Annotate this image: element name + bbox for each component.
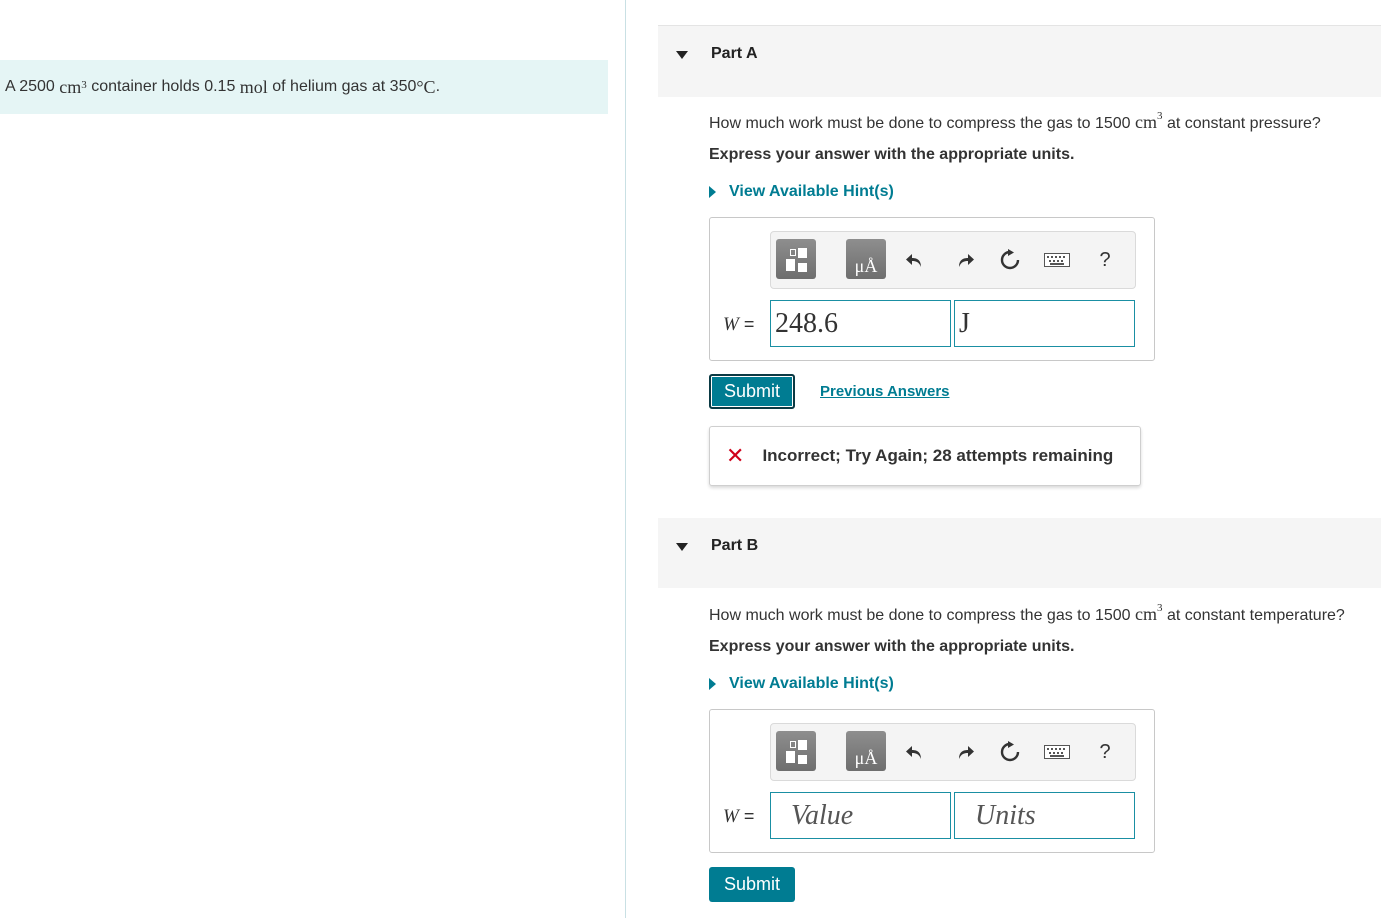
part-a-variable-label: W = [723,314,754,336]
part-a-value-input[interactable]: 248.6 [770,300,951,347]
units-glyph: μÅ [854,256,878,276]
problem-prefix: A 2500 [5,78,55,95]
units-icon[interactable]: μÅ [846,239,886,279]
part-a-header[interactable]: Part A [658,25,1381,97]
part-a-answer-box: μÅ ? W = 248.6 J [709,217,1155,361]
reset-icon[interactable] [998,248,1022,272]
redo-icon[interactable] [953,248,977,272]
part-b-variable-label: W = [723,806,754,828]
problem-mid: container holds 0.15 [91,78,236,95]
feedback-message: Incorrect; Try Again; 28 attempts remain… [762,446,1114,465]
part-b-question-prefix: How much work must be done to compress t… [709,607,1135,624]
part-b-question-unit: cm [1135,604,1157,624]
problem-suffix: of helium gas at 350 [272,78,417,95]
part-b-title: Part B [711,537,759,554]
help-glyph: ? [1099,248,1111,271]
volume-exponent: 3 [81,79,87,91]
error-x-icon: ✕ [726,443,745,468]
part-b-math-toolbar: μÅ ? [770,723,1136,781]
help-icon[interactable]: ? [1093,740,1117,764]
part-b-equals: = [738,806,755,826]
reset-icon[interactable] [998,740,1022,764]
part-a-variable: W [723,314,739,335]
part-b-value-input[interactable]: Value [770,792,951,839]
part-b-question-exponent: 3 [1157,601,1163,614]
part-a-instruction: Express your answer with the appropriate… [709,146,1075,163]
part-b-hint-label: View Available Hint(s) [729,675,894,692]
problem-period: . [435,78,441,95]
pane-divider [625,0,626,918]
units-glyph: μÅ [854,748,878,768]
part-a-question-prefix: How much work must be done to compress t… [709,115,1135,132]
temperature-unit: °C [416,76,436,97]
part-b-question-suffix: at constant temperature? [1162,607,1345,624]
keyboard-icon[interactable] [1044,248,1070,272]
caret-down-icon[interactable] [676,543,688,551]
part-a-feedback: ✕ Incorrect; Try Again; 28 attempts rema… [709,426,1141,486]
mol-unit: mol [239,76,268,97]
part-b-answer-box: μÅ ? W = Value Units [709,709,1155,853]
part-b-answer-row: W = Value Units [710,792,1154,840]
part-a-question-unit: cm [1135,112,1157,132]
keyboard-icon[interactable] [1044,740,1070,764]
undo-icon[interactable] [903,740,927,764]
help-icon[interactable]: ? [1093,248,1117,272]
part-a-question-suffix: at constant pressure? [1162,115,1321,132]
volume-unit: cm [59,76,82,97]
part-a-equals: = [738,314,755,334]
caret-right-icon [709,678,716,690]
undo-icon[interactable] [903,248,927,272]
problem-statement: A 2500 cm 3 container holds 0.15 mol of h… [0,60,608,114]
caret-right-icon [709,186,716,198]
part-a-math-toolbar: μÅ ? [770,231,1136,289]
part-b-submit-button[interactable]: Submit [709,867,795,902]
caret-down-icon[interactable] [676,51,688,59]
templates-icon[interactable] [776,239,816,279]
units-icon[interactable]: μÅ [846,731,886,771]
part-a-question: How much work must be done to compress t… [709,109,1321,133]
part-b-instruction: Express your answer with the appropriate… [709,638,1075,655]
help-glyph: ? [1099,740,1111,763]
part-b-header[interactable]: Part B [658,518,1381,588]
part-a-question-exponent: 3 [1157,109,1163,122]
part-b-unit-input[interactable]: Units [954,792,1135,839]
part-b-hint-toggle[interactable]: View Available Hint(s) [709,675,894,693]
redo-icon[interactable] [953,740,977,764]
part-a-hint-label: View Available Hint(s) [729,183,894,200]
previous-answers-link[interactable]: Previous Answers [820,383,950,400]
part-a-hint-toggle[interactable]: View Available Hint(s) [709,183,894,201]
part-a-unit-input[interactable]: J [954,300,1135,347]
part-b-question: How much work must be done to compress t… [709,601,1345,625]
templates-icon[interactable] [776,731,816,771]
part-a-answer-row: W = 248.6 J [710,300,1154,348]
part-b-variable: W [723,806,739,827]
part-a-submit-button[interactable]: Submit [709,374,795,409]
part-a-title: Part A [711,45,758,62]
